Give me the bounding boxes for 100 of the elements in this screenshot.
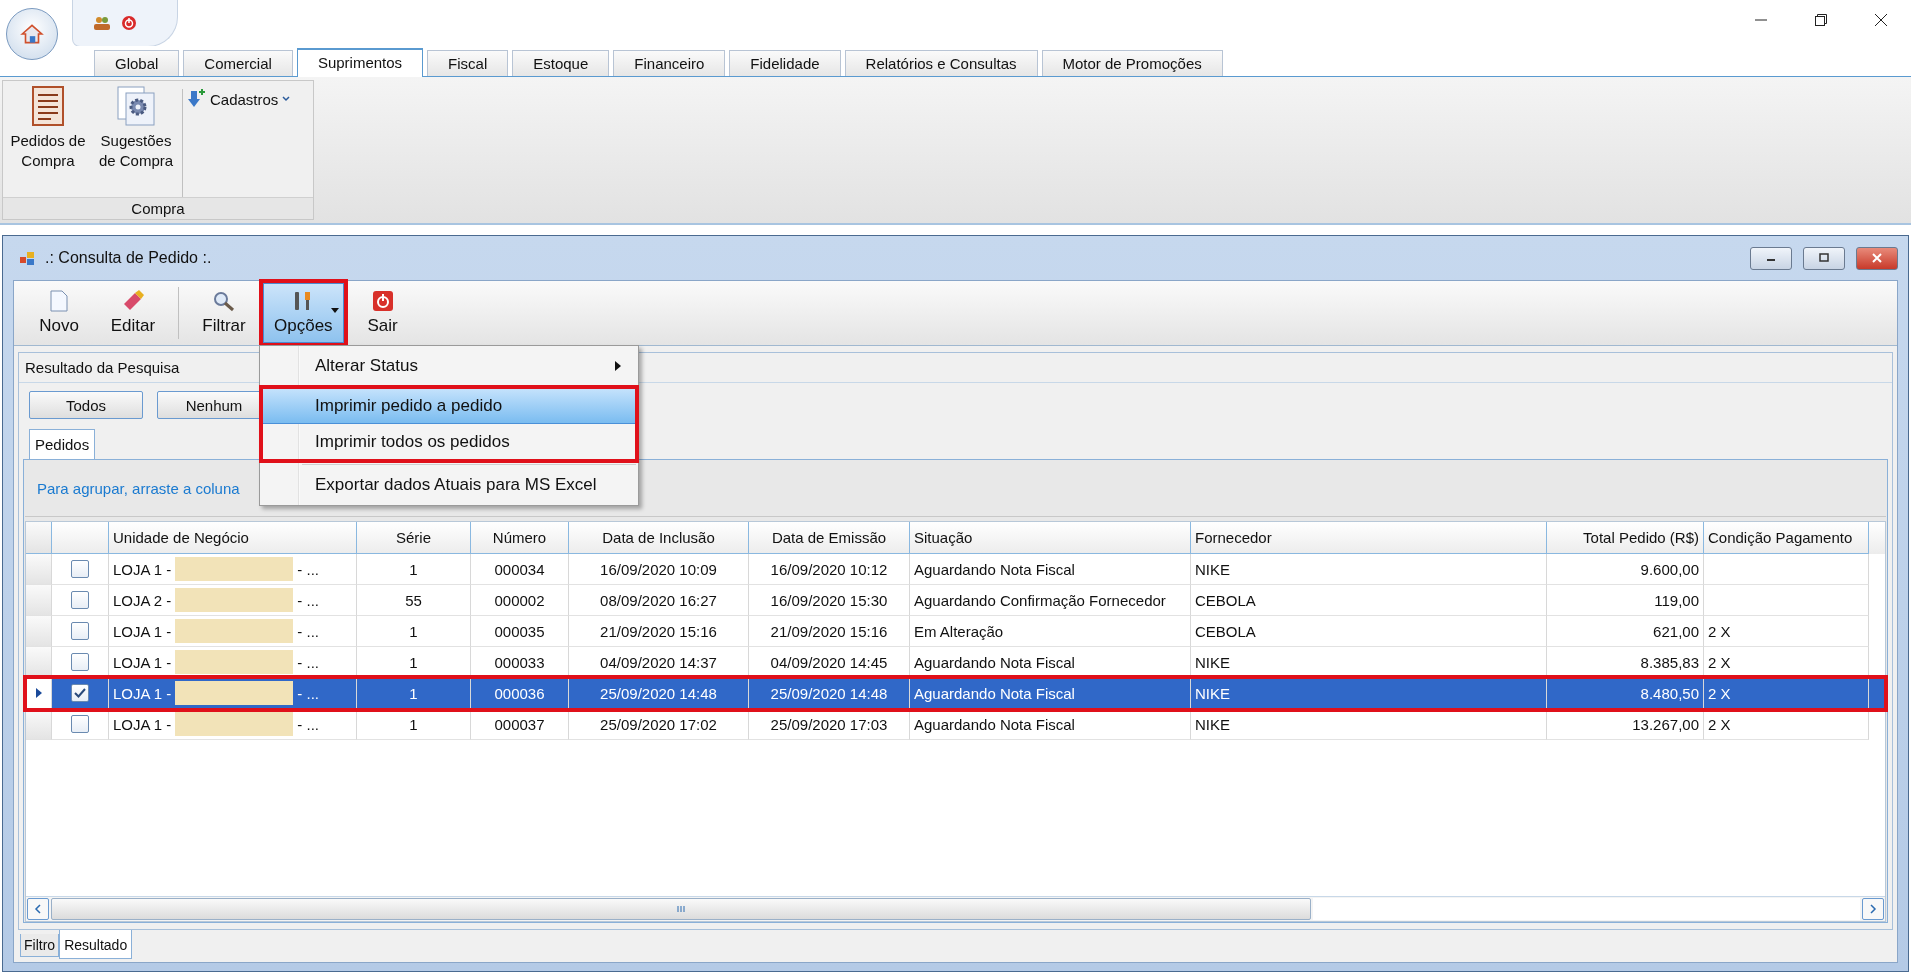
table-cell: LOJA 1 - [113, 684, 172, 702]
table-cell: - ... [297, 591, 320, 609]
table-cell: 2 X [1704, 616, 1869, 647]
column-header[interactable]: Série [357, 522, 471, 554]
column-header[interactable]: Condição Pagamento [1704, 522, 1869, 554]
checkbox[interactable] [71, 684, 89, 702]
table-cell: 000034 [471, 554, 569, 585]
chevron-down-icon [281, 95, 292, 103]
table-cell: 000002 [471, 585, 569, 616]
table-cell: 2 X [1704, 678, 1869, 709]
table-cell: Aguardando Nota Fiscal [910, 554, 1191, 585]
menu-item[interactable]: Imprimir todos os pedidos [262, 424, 636, 460]
toolbar-button[interactable]: Editar [98, 283, 168, 343]
toolbar-button[interactable]: Filtrar [189, 283, 259, 343]
table-cell: 1 [357, 616, 471, 647]
table-cell: 08/09/2020 16:27 [569, 585, 749, 616]
arrow-down-icon [187, 89, 207, 109]
search-icon [212, 290, 236, 312]
table-cell: 000035 [471, 616, 569, 647]
table-cell: 119,00 [1547, 585, 1704, 616]
blank-page-icon [49, 290, 69, 312]
submenu-arrow-icon [615, 361, 621, 371]
ribbon-tab[interactable]: Fidelidade [729, 50, 841, 76]
table-cell: 21/09/2020 15:16 [749, 616, 910, 647]
table-cell: NIKE [1191, 554, 1547, 585]
table-cell: LOJA 1 - [113, 622, 172, 640]
column-header[interactable]: Data de Emissão [749, 522, 910, 554]
group-hint: Para agrupar, arraste a coluna [37, 479, 240, 497]
column-header[interactable]: Data de Inclusão [569, 522, 749, 554]
home-button[interactable] [6, 8, 58, 60]
power-icon [371, 290, 394, 312]
table-cell: 1 [357, 554, 471, 585]
table-cell: 1 [357, 709, 471, 740]
table-cell: 25/09/2020 14:48 [569, 678, 749, 709]
toolbar-button[interactable]: Sair [347, 283, 418, 343]
checkbox[interactable] [71, 653, 89, 671]
close-icon[interactable] [1873, 12, 1889, 28]
table-cell: 13.267,00 [1547, 709, 1704, 740]
tab[interactable]: Resultado [59, 930, 133, 959]
table-cell: 9.600,00 [1547, 554, 1704, 585]
checkbox[interactable] [71, 622, 89, 640]
ribbon-tab[interactable]: Financeiro [613, 50, 726, 76]
ribbon-button[interactable]: Sugestões de Compra [94, 85, 178, 171]
minimize-button[interactable] [1750, 246, 1792, 270]
table-cell: Aguardando Confirmação Fornecedor [910, 585, 1191, 616]
close-button[interactable] [1856, 246, 1898, 270]
grip-icon [677, 906, 685, 912]
restore-icon[interactable] [1813, 12, 1829, 28]
scroll-right-button[interactable] [1862, 898, 1884, 920]
maximize-button[interactable] [1803, 246, 1845, 270]
column-header[interactable]: Unidade de Negócio [109, 522, 357, 554]
column-header[interactable] [52, 522, 109, 554]
tab[interactable]: Pedidos [29, 429, 96, 459]
menu-item[interactable]: Imprimir pedido a pedido [262, 388, 636, 424]
table-cell: 55 [357, 585, 471, 616]
checkbox[interactable] [71, 715, 89, 733]
ribbon-tab[interactable]: Motor de Promoções [1041, 50, 1223, 76]
ribbon-tab[interactable]: Comercial [183, 50, 293, 76]
power-icon[interactable] [121, 15, 137, 31]
column-header[interactable]: Número [471, 522, 569, 554]
checkbox[interactable] [71, 591, 89, 609]
ribbon-tab[interactable]: Global [94, 50, 180, 76]
menu-item[interactable]: Exportar dados Atuais para MS Excel [262, 467, 636, 503]
table-cell: 25/09/2020 14:48 [749, 678, 910, 709]
table-cell: 000036 [471, 678, 569, 709]
column-header[interactable]: Situação [910, 522, 1191, 554]
column-header[interactable] [26, 522, 52, 554]
maximize-icon [1818, 253, 1830, 263]
ribbon-button[interactable]: Pedidos de Compra [6, 85, 90, 171]
table-cell: - ... [297, 622, 320, 640]
table-cell: 16/09/2020 15:30 [749, 585, 910, 616]
table-cell: - ... [297, 684, 320, 702]
window-title: .: Consulta de Pedido :. [45, 249, 212, 267]
ribbon-tab[interactable]: Fiscal [427, 50, 509, 76]
table-cell: Em Alteração [910, 616, 1191, 647]
table-cell: LOJA 1 - [113, 653, 172, 671]
chevron-right-icon [1869, 904, 1877, 914]
table-cell: 25/09/2020 17:02 [569, 709, 749, 740]
dropdown-button[interactable]: Cadastros [187, 89, 292, 109]
document-list-icon [31, 85, 65, 127]
scrollbar-thumb[interactable] [51, 898, 1311, 920]
table-cell: LOJA 2 - [113, 591, 172, 609]
row-header[interactable] [26, 678, 52, 709]
ribbon-tab[interactable]: Estoque [512, 50, 610, 76]
column-header[interactable]: Fornecedor [1191, 522, 1547, 554]
table-cell: CEBOLA [1191, 585, 1547, 616]
checkbox[interactable] [71, 560, 89, 578]
table-cell: 1 [357, 678, 471, 709]
scroll-left-button[interactable] [27, 898, 49, 920]
table-cell: 16/09/2020 10:12 [749, 554, 910, 585]
column-header[interactable]: Total Pedido (R$) [1547, 522, 1704, 554]
ribbon-tab[interactable]: Relatórios e Consultas [844, 50, 1038, 76]
table-cell: 16/09/2020 10:09 [569, 554, 749, 585]
row-pointer-icon [35, 688, 42, 698]
table-cell: LOJA 1 - [113, 715, 172, 733]
ribbon-tab[interactable]: Suprimentos [296, 48, 424, 77]
select-button[interactable]: Todos [29, 391, 143, 419]
tab[interactable]: Filtro [20, 934, 60, 957]
users-icon[interactable] [93, 15, 111, 31]
toolbar-button[interactable]: Novo [24, 283, 94, 343]
